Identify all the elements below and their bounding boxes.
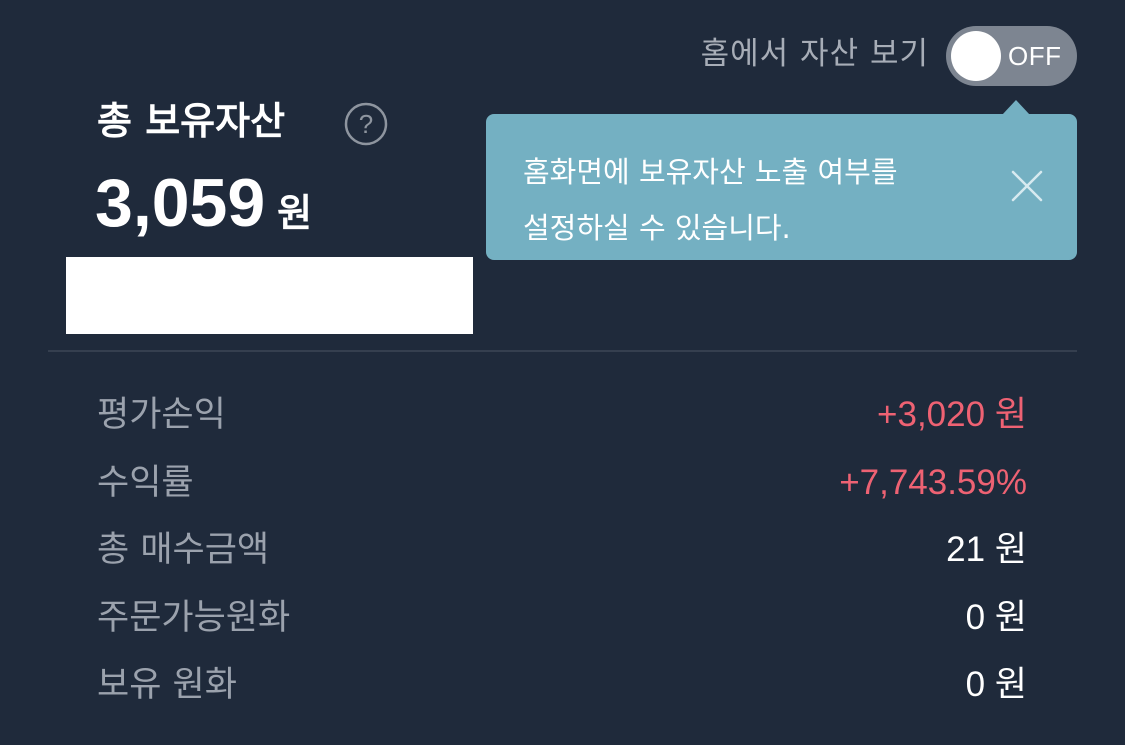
detail-row-eval-pnl: 평가손익 +3,020 원 [97,384,1027,452]
home-asset-toggle[interactable]: OFF [946,26,1077,86]
question-circle-icon[interactable]: ? [344,102,388,146]
tooltip-line-1: 홈화면에 보유자산 노출 여부를 [523,155,898,189]
redacted-block [66,257,473,334]
detail-row-total-buy: 총 매수금액 21 원 [97,519,1027,587]
total-assets-unit: 원 [277,191,313,235]
asset-detail-list: 평가손익 +3,020 원 수익률 +7,743.59% 총 매수금액 21 원… [97,384,1027,722]
home-asset-toggle-label: 홈에서 자산 보기 [700,36,929,72]
close-icon[interactable] [1007,166,1047,206]
tooltip-arrow [1002,100,1030,115]
detail-label: 평가손익 [97,395,226,435]
total-assets-title: 총 보유자산 [97,99,286,143]
toggle-state-text: OFF [1008,41,1062,71]
detail-value: 21 원 [946,530,1027,569]
info-tooltip: 홈화면에 보유자산 노출 여부를 설정하실 수 있습니다. [486,100,1077,260]
detail-label: 수익률 [97,462,194,503]
detail-label: 주문가능원화 [97,597,291,638]
detail-value: 0 원 [965,597,1027,637]
detail-label: 총 매수금액 [97,530,270,570]
detail-value: +7,743.59% [839,462,1027,502]
detail-value: +3,020 원 [877,395,1027,434]
divider [48,350,1077,352]
detail-label: 보유 원화 [97,665,237,705]
total-assets-value: 3,059 [95,165,266,241]
svg-text:?: ? [359,109,373,139]
detail-row-held-krw: 보유 원화 0 원 [97,654,1027,722]
detail-row-return-rate: 수익률 +7,743.59% [97,452,1027,520]
toggle-knob [951,31,1001,81]
tooltip-line-2: 설정하실 수 있습니다. [523,211,791,245]
total-assets-amount: 3,059 원 [95,163,312,261]
tooltip-message: 홈화면에 보유자산 노출 여부를 설정하실 수 있습니다. [523,144,1003,256]
detail-value: 0 원 [965,665,1027,704]
detail-row-orderable-krw: 주문가능원화 0 원 [97,587,1027,655]
